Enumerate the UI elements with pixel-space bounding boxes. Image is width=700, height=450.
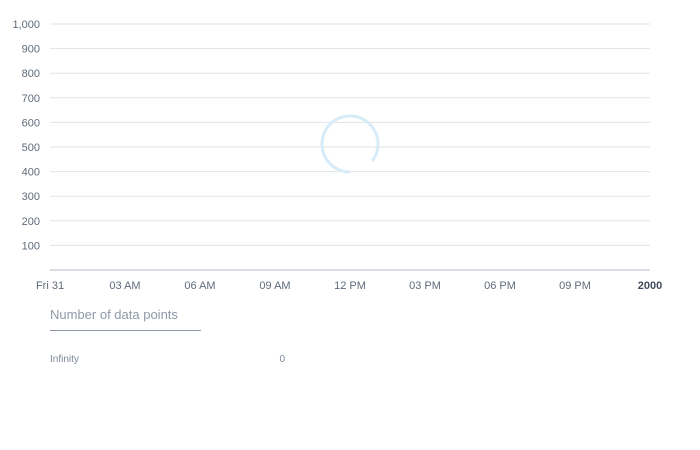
legend-row-value: 0 xyxy=(279,354,285,365)
y-tick-label: 1,000 xyxy=(12,19,40,31)
grid-lines xyxy=(50,23,650,271)
y-axis: 100 200 300 400 500 600 700 800 900 1,000 xyxy=(12,19,40,252)
y-tick-label: 600 xyxy=(22,117,40,129)
x-tick-label: 03 PM xyxy=(409,280,441,292)
chart-canvas: 100 200 300 400 500 600 700 800 900 1,000 Fri 31 0… xyxy=(12,19,662,292)
x-tick-label: 09 PM xyxy=(559,280,591,292)
x-tick-label: 06 PM xyxy=(484,280,516,292)
legend-title: Number of data points xyxy=(50,307,178,322)
y-tick-label: 500 xyxy=(22,142,40,154)
legend-row: Infinity 0 xyxy=(50,354,290,368)
x-axis: Fri 31 03 AM 06 AM 09 AM 12 PM 03 PM 06 PM 09 P… xyxy=(36,280,662,292)
y-tick-label: 900 xyxy=(22,44,40,56)
loading-spinner-icon xyxy=(320,114,380,174)
y-tick-label: 100 xyxy=(22,240,40,252)
y-tick-label: 300 xyxy=(22,191,40,203)
y-tick-label: 700 xyxy=(22,93,40,105)
y-tick-label: 200 xyxy=(22,216,40,228)
x-tick-label: 03 AM xyxy=(109,280,140,292)
legend-header[interactable]: Number of data points xyxy=(50,306,201,331)
x-tick-label: 2000 xyxy=(638,280,662,292)
x-tick-label: Fri 31 xyxy=(36,280,64,292)
y-tick-label: 400 xyxy=(22,167,40,179)
legend-row-label: Infinity xyxy=(50,354,79,365)
x-tick-label: 06 AM xyxy=(184,280,215,292)
x-tick-label: 12 PM xyxy=(334,280,366,292)
y-tick-label: 800 xyxy=(22,68,40,80)
x-tick-label: 09 AM xyxy=(259,280,290,292)
